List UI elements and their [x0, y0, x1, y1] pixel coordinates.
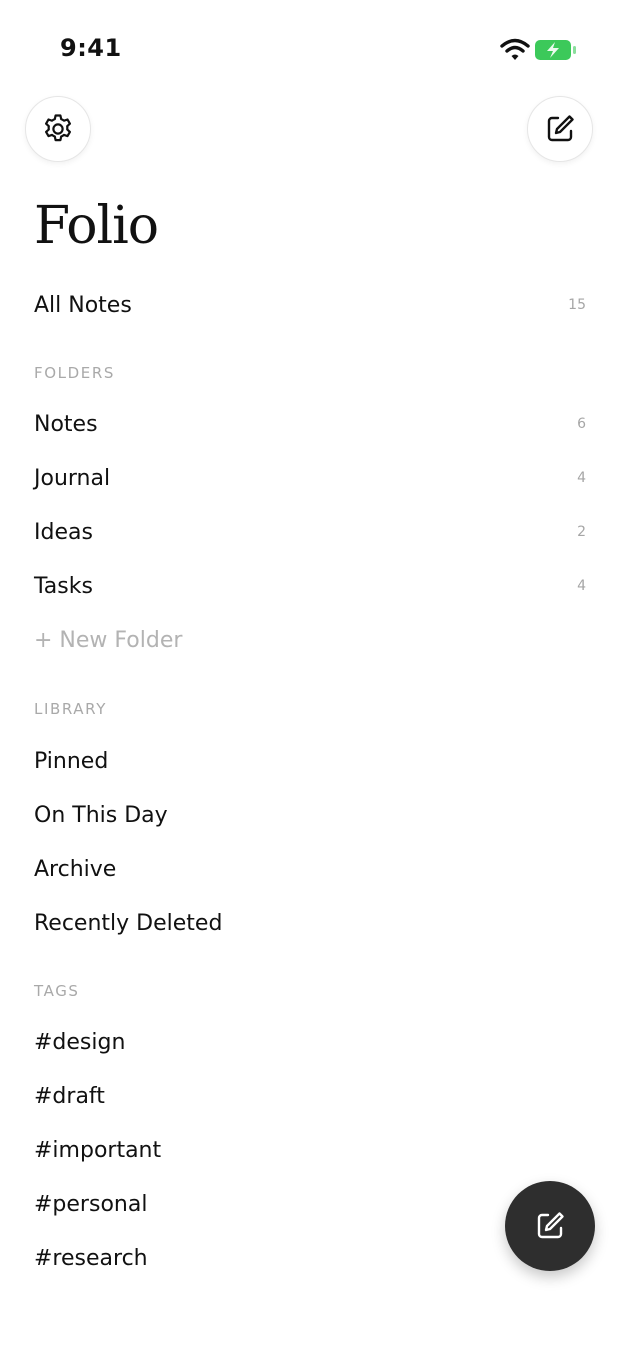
tag-item-important[interactable]: #important [34, 1130, 586, 1170]
library-label: Archive [34, 856, 117, 882]
all-notes-item[interactable]: All Notes 15 [34, 285, 586, 325]
tag-item-research[interactable]: #research [34, 1238, 586, 1278]
status-time: 9:41 [60, 34, 122, 62]
battery-icon [535, 40, 576, 60]
folder-label: Notes [34, 411, 98, 437]
tags-heading: TAGS [34, 982, 80, 1000]
folder-label: Journal [34, 465, 111, 491]
folder-count: 2 [577, 524, 586, 540]
folders-heading: FOLDERS [34, 364, 115, 382]
library-label: Pinned [34, 748, 109, 774]
library-item-recently-deleted[interactable]: Recently Deleted [34, 903, 586, 943]
library-heading: LIBRARY [34, 700, 107, 718]
wifi-icon [500, 38, 530, 60]
folder-label: Ideas [34, 519, 93, 545]
tag-label: #research [34, 1245, 148, 1271]
compose-button[interactable] [527, 96, 593, 162]
folder-count: 4 [577, 470, 586, 486]
gear-icon [45, 114, 71, 142]
tag-label: #draft [34, 1083, 105, 1109]
folder-count: 6 [577, 416, 586, 432]
tag-label: #important [34, 1137, 162, 1163]
compose-icon [547, 115, 574, 142]
folder-item-journal[interactable]: Journal 4 [34, 458, 586, 498]
all-notes-count: 15 [568, 297, 586, 313]
new-note-fab[interactable] [505, 1181, 595, 1271]
tag-label: #design [34, 1029, 126, 1055]
settings-button[interactable] [25, 96, 91, 162]
library-item-archive[interactable]: Archive [34, 849, 586, 889]
new-folder-label: + New Folder [34, 627, 183, 653]
library-label: On This Day [34, 802, 168, 828]
all-notes-label: All Notes [34, 292, 132, 318]
tag-item-personal[interactable]: #personal [34, 1184, 586, 1224]
app-title: Folio [34, 196, 159, 256]
tag-label: #personal [34, 1191, 148, 1217]
folder-count: 4 [577, 578, 586, 594]
tag-item-draft[interactable]: #draft [34, 1076, 586, 1116]
library-item-pinned[interactable]: Pinned [34, 741, 586, 781]
folder-item-tasks[interactable]: Tasks 4 [34, 566, 586, 606]
folder-item-ideas[interactable]: Ideas 2 [34, 512, 586, 552]
folder-item-notes[interactable]: Notes 6 [34, 404, 586, 444]
tag-item-design[interactable]: #design [34, 1022, 586, 1062]
library-label: Recently Deleted [34, 910, 223, 936]
new-folder-button[interactable]: + New Folder [34, 620, 586, 660]
library-item-on-this-day[interactable]: On This Day [34, 795, 586, 835]
folder-label: Tasks [34, 573, 93, 599]
compose-icon [537, 1212, 564, 1239]
